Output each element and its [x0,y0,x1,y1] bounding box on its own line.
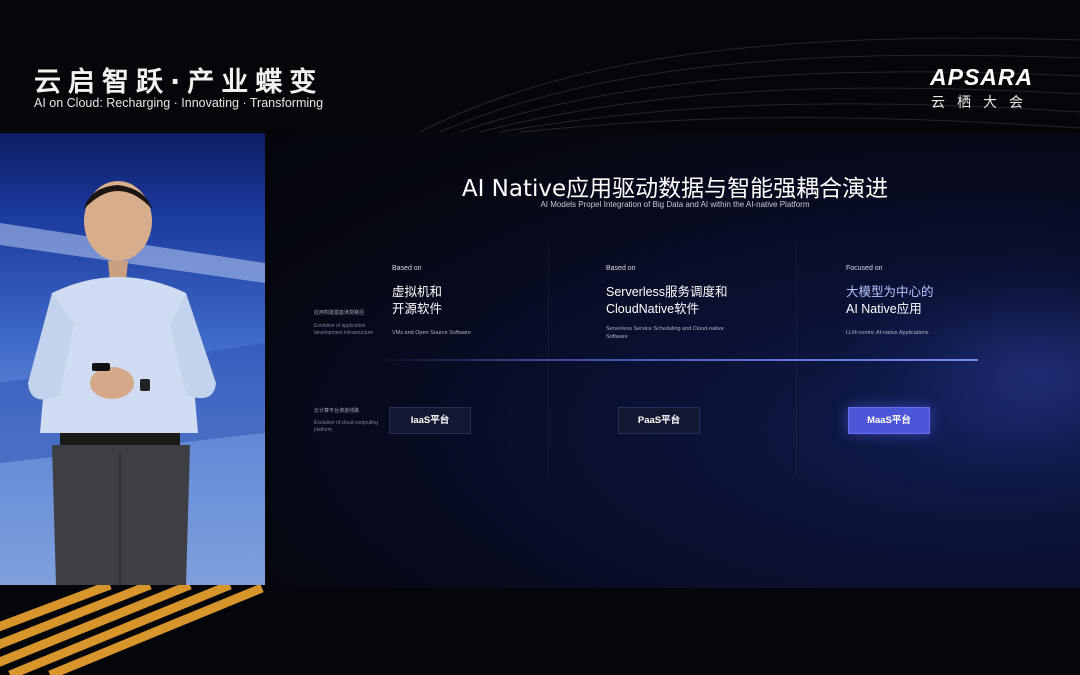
column2-description: Serverless Service Scheduling and Cloud-… [606,326,724,340]
apsara-logo: APSARA [930,64,1034,90]
row2-label-cn: 云计算平台演进线路 [314,408,360,414]
event-title: 云启智跃·产业蝶变 [34,67,324,98]
speaker-photo [0,181,265,585]
paas-badge: PaaS平台 [618,407,700,434]
iaas-badge: IaaS平台 [389,407,471,434]
row1-label-cn: 应用构建基座演变路径 [314,310,365,316]
row1-label-en: Evolution of application development inf… [314,323,374,336]
column1-heading-line1: 虚拟机和 [392,285,443,299]
presentation-slide: AI Native应用驱动数据与智能强耦合演进 AI Models Propel… [270,133,1080,588]
column3-heading-line2: AI Native应用 [846,302,922,316]
column3-tag: Focused on [846,265,883,272]
column2-heading: Serverless服务调度和 CloudNative软件 [606,284,756,318]
event-subtitle: AI on Cloud: Recharging · Innovating · T… [34,96,324,110]
column3-heading: 大模型为中心的 AI Native应用 [846,284,996,318]
speaker-video [0,133,265,585]
column2-heading-line1: Serverless服务调度和 [606,285,728,299]
slide-title: AI Native应用驱动数据与智能强耦合演进 [461,176,889,202]
column1-heading: 虚拟机和 开源软件 [392,284,542,318]
column3-heading-line1: 大模型为中心的 [846,285,934,299]
timeline-divider [378,359,978,361]
column1-description: VMs and Open Source Software [392,330,471,336]
row2-label-en: Evolution of cloud computing platform [314,420,378,433]
apsara-logo-tagline: 云栖大会 [931,94,1035,110]
maas-badge: MaaS平台 [848,407,930,434]
column2-tag: Based on [606,265,636,272]
column1-heading-line2: 开源软件 [392,302,443,316]
column1-tag: Based on [392,265,422,272]
column3-description: LLM-centric AI-native Applications [846,330,929,336]
slide-subtitle: AI Models Propel Integration of Big Data… [540,200,810,209]
column2-heading-line2: CloudNative软件 [606,302,700,316]
